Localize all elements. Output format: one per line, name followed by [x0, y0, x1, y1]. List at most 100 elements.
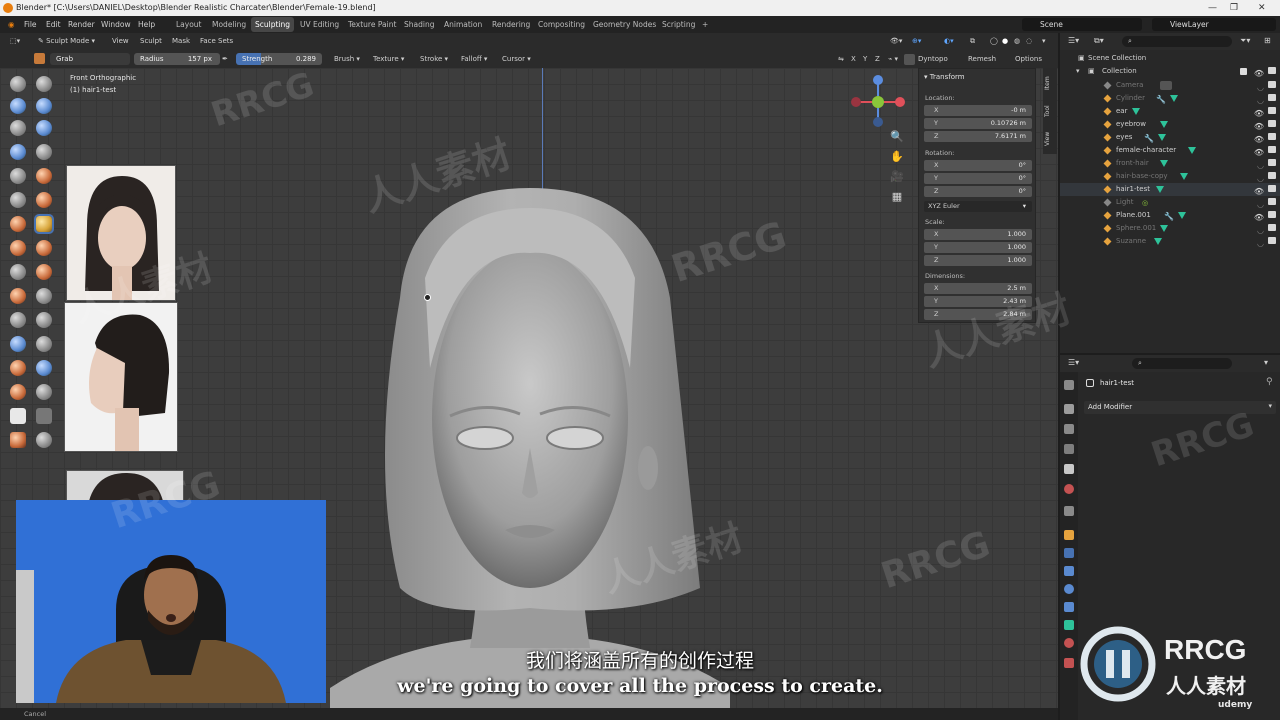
tab-sculpting[interactable]: Sculpting	[251, 17, 295, 32]
draw-face-sets-icon[interactable]	[36, 360, 52, 376]
pose-brush-icon[interactable]	[36, 264, 52, 280]
outliner-search-input[interactable]: ⌕	[1122, 36, 1232, 47]
blender-menu-icon[interactable]: ◉	[8, 16, 15, 33]
rotation-z-field[interactable]: Z 0°	[924, 186, 1032, 197]
modifier-properties-icon[interactable]	[1064, 548, 1074, 558]
mode-selector[interactable]: ✎ Sculpt Mode ▾	[34, 33, 99, 50]
pan-hand-icon[interactable]: ✋	[890, 150, 904, 164]
menu-edit[interactable]: Edit	[46, 16, 61, 33]
crease-brush-icon[interactable]	[10, 168, 26, 184]
mask-brush-icon[interactable]	[10, 360, 26, 376]
zoom-icon[interactable]: 🔍	[890, 130, 904, 144]
tab-texture-paint[interactable]: Texture Paint	[344, 17, 400, 32]
outliner-item-eyebrow[interactable]: eyebrow 👁	[1060, 118, 1280, 131]
brush-name-field[interactable]: Grab	[50, 53, 130, 65]
scrape-brush-icon[interactable]	[10, 216, 26, 232]
dyntopo-checkbox[interactable]	[904, 54, 915, 65]
options-menu[interactable]: Options	[1015, 50, 1042, 68]
axis-z-toggle[interactable]: Z	[875, 50, 880, 68]
outliner-editor-icon[interactable]: ☰▾	[1068, 36, 1079, 45]
outliner-scene-collection[interactable]: ▣ Scene Collection	[1060, 52, 1280, 65]
slide-relax-brush-icon[interactable]	[10, 312, 26, 328]
draw-brush-icon[interactable]	[10, 76, 26, 92]
render-camera-icon[interactable]	[1268, 185, 1276, 192]
outliner-item-cylinder[interactable]: Cylinder 🔧 ◡	[1060, 92, 1280, 105]
box-hide-icon[interactable]	[36, 408, 52, 424]
draw-sharp-brush-icon[interactable]	[36, 76, 52, 92]
flatten-brush-icon[interactable]	[10, 192, 26, 208]
outliner-item-female-character[interactable]: female-character 👁	[1060, 144, 1280, 157]
dyntopo-menu[interactable]: Dyntopo	[918, 50, 948, 68]
strength-slider[interactable]: Strength 0.289	[236, 53, 322, 65]
rotation-y-field[interactable]: Y 0°	[924, 173, 1032, 184]
rotation-x-field[interactable]: X 0°	[924, 160, 1032, 171]
scale-x-field[interactable]: X 1.000	[924, 229, 1032, 240]
pin-icon[interactable]: ⚲	[1266, 377, 1273, 387]
shading-solid-icon[interactable]: ●	[1002, 33, 1008, 50]
object-properties-icon[interactable]	[1064, 530, 1074, 540]
texture-properties-icon[interactable]	[1064, 658, 1074, 668]
location-y-field[interactable]: Y 0.10726 m	[924, 118, 1032, 129]
tab-rendering[interactable]: Rendering	[488, 17, 534, 32]
simplify-brush-icon[interactable]	[36, 336, 52, 352]
render-camera-icon[interactable]	[1268, 237, 1276, 244]
properties-search-input[interactable]: ⌕	[1132, 358, 1232, 369]
tool-properties-icon[interactable]	[1064, 380, 1074, 390]
pen-pressure-icon[interactable]: ✒	[222, 51, 228, 68]
tab-modeling[interactable]: Modeling	[208, 17, 250, 32]
tab-uv-editing[interactable]: UV Editing	[296, 17, 343, 32]
scale-y-field[interactable]: Y 1.000	[924, 242, 1032, 253]
outliner-item-light[interactable]: Light ◎ ◡	[1060, 196, 1280, 209]
options-chevron-icon[interactable]: ▾	[1264, 358, 1268, 367]
outliner-item-camera[interactable]: Camera ◡	[1060, 79, 1280, 92]
inflate-brush-icon[interactable]	[10, 144, 26, 160]
paint-brush-icon[interactable]	[36, 384, 52, 400]
menu-falloff[interactable]: Falloff ▾	[461, 50, 487, 68]
menu-render[interactable]: Render	[68, 16, 95, 33]
shading-options-icon[interactable]: ▾	[1042, 33, 1046, 50]
xray-toggle-icon[interactable]: ⧉	[970, 33, 975, 50]
menu-cursor[interactable]: Cursor ▾	[502, 50, 531, 68]
constraints-properties-icon[interactable]	[1064, 602, 1074, 612]
view-layer-selector[interactable]: ViewLayer	[1152, 18, 1276, 31]
menu-help[interactable]: Help	[138, 16, 155, 33]
data-properties-icon[interactable]	[1064, 620, 1074, 630]
outliner-item-ear[interactable]: ear 👁	[1060, 105, 1280, 118]
layer-brush-icon[interactable]	[36, 120, 52, 136]
rotate-brush-icon[interactable]	[36, 288, 52, 304]
outliner-item-eyes[interactable]: eyes 🔧 👁	[1060, 131, 1280, 144]
exclude-checkbox[interactable]	[1240, 68, 1247, 75]
symmetry-options-icon[interactable]: ⌁ ▾	[888, 50, 898, 68]
tab-tool[interactable]: Tool	[1044, 100, 1056, 122]
collection-properties-icon[interactable]	[1064, 506, 1074, 516]
outliner-collection[interactable]: ▾ ▣ Collection 👁	[1060, 65, 1280, 78]
outliner-item-plane001[interactable]: Plane.001 🔧 👁	[1060, 209, 1280, 222]
particles-properties-icon[interactable]	[1064, 566, 1074, 576]
menu-mask[interactable]: Mask	[172, 33, 190, 50]
outliner-item-front-hair[interactable]: front-hair ◡	[1060, 157, 1280, 170]
tab-layout[interactable]: Layout	[172, 17, 206, 32]
new-collection-icon[interactable]: ⊞	[1264, 36, 1271, 45]
radius-field[interactable]: Radius 157 px	[134, 53, 220, 65]
mesh-filter-icon[interactable]	[10, 432, 26, 448]
tab-item[interactable]: Item	[1044, 72, 1056, 94]
outliner-item-hair-base-copy[interactable]: hair-base-copy ◡	[1060, 170, 1280, 183]
fill-brush-icon[interactable]	[36, 192, 52, 208]
menu-sculpt[interactable]: Sculpt	[140, 33, 162, 50]
snake-hook-brush-icon[interactable]	[36, 240, 52, 256]
shading-wireframe-icon[interactable]: ◯	[990, 33, 998, 50]
physics-properties-icon[interactable]	[1064, 584, 1074, 594]
tab-animation[interactable]: Animation	[440, 17, 486, 32]
add-workspace-button[interactable]: +	[698, 17, 712, 32]
shading-material-icon[interactable]: ◍	[1014, 33, 1020, 50]
render-camera-icon[interactable]	[1268, 198, 1276, 205]
menu-view[interactable]: View	[112, 33, 129, 50]
gizmo-toggle-icon[interactable]: ⊕▾	[912, 33, 921, 50]
world-properties-icon[interactable]	[1064, 484, 1074, 494]
output-properties-icon[interactable]	[1064, 424, 1074, 434]
tab-scripting[interactable]: Scripting	[658, 17, 699, 32]
menu-brush[interactable]: Brush ▾	[334, 50, 360, 68]
remesh-menu[interactable]: Remesh	[968, 50, 996, 68]
multires-displacement-eraser-icon[interactable]	[10, 240, 26, 256]
visibility-eye-icon[interactable]: ◡	[1257, 237, 1264, 250]
